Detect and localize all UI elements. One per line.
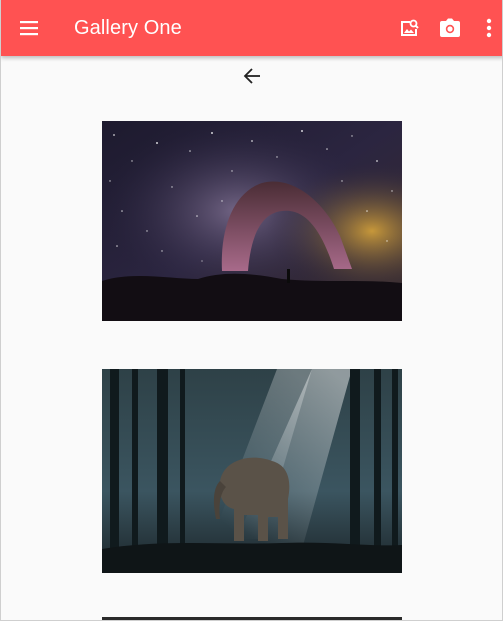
image-search-icon[interactable]	[395, 14, 423, 42]
arrow-back-icon[interactable]	[239, 63, 265, 89]
more-vert-icon[interactable]	[479, 14, 499, 42]
app-bar: Gallery One	[1, 0, 502, 56]
camera-icon[interactable]	[436, 14, 464, 42]
gallery-photo-arch[interactable]	[102, 121, 402, 321]
gallery-photo-elephant[interactable]	[102, 369, 402, 573]
app-window: Gallery One	[0, 0, 503, 621]
app-title: Gallery One	[74, 17, 182, 39]
menu-icon[interactable]	[15, 14, 43, 42]
gallery-photo-partial[interactable]	[102, 617, 402, 620]
